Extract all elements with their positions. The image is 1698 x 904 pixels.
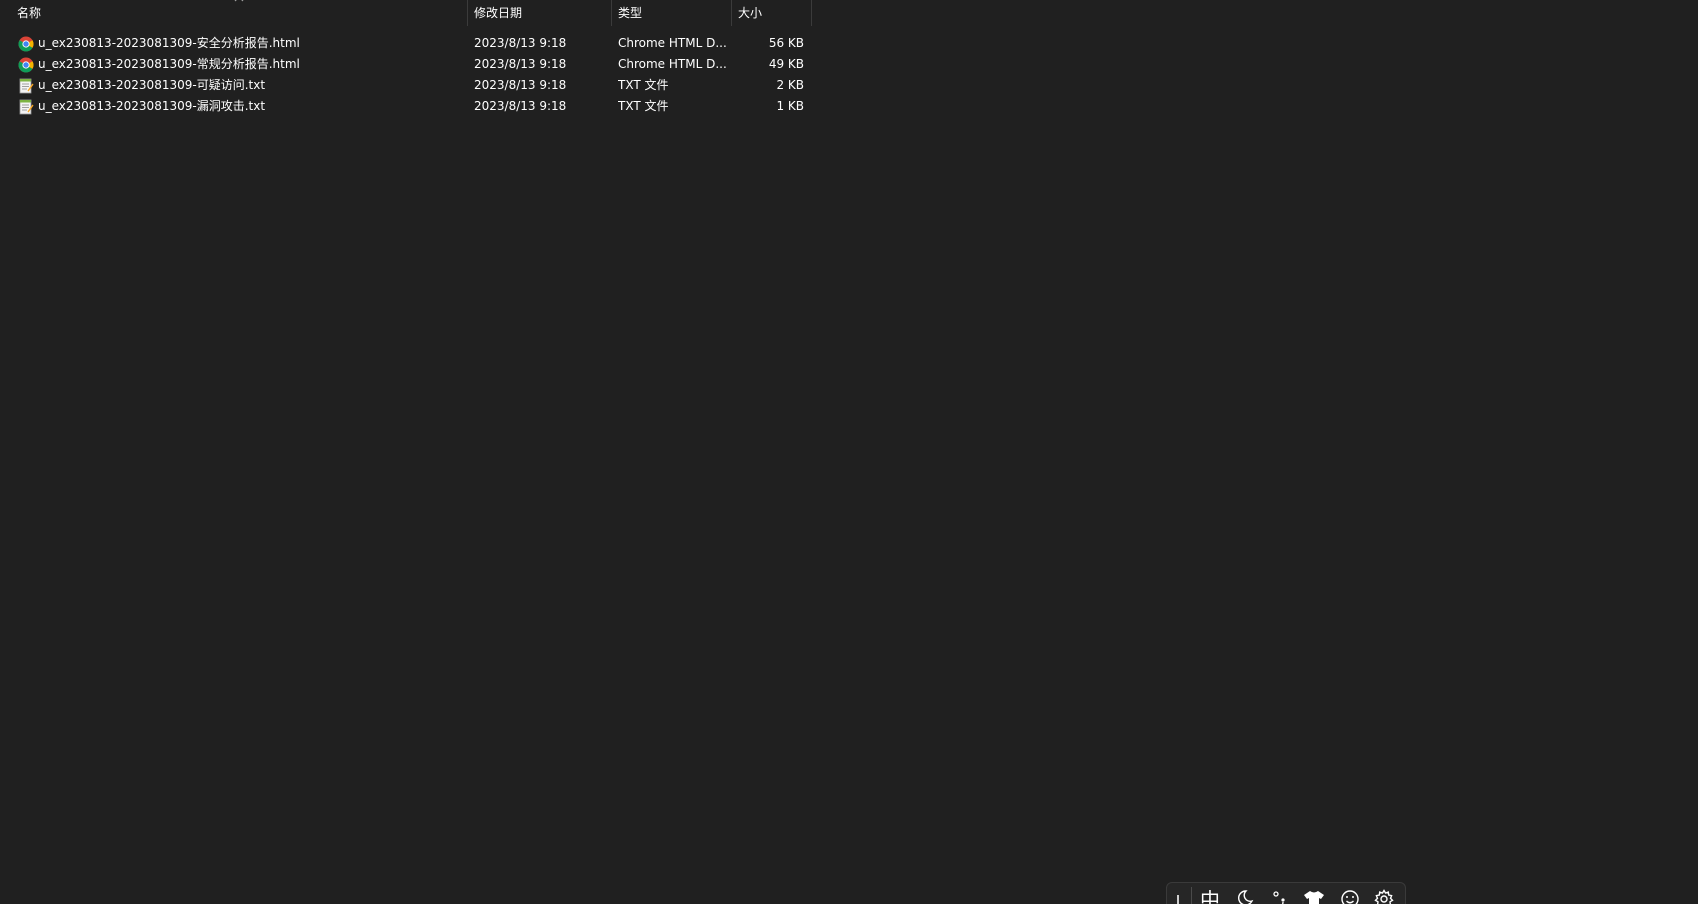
column-header-name[interactable]: 名称 [0,0,468,26]
file-list: u_ex230813-2023081309-安全分析报告.html 2023/8… [0,33,812,117]
file-explorer-details-view: 名称 修改日期 类型 大小 u_ex230813-2023081309-安全分析… [0,0,1698,904]
sort-ascending-icon [234,0,244,4]
file-type: TXT 文件 [618,78,669,92]
file-date: 2023/8/13 9:18 [474,99,567,113]
file-date: 2023/8/13 9:18 [474,78,567,92]
file-row[interactable]: u_ex230813-2023081309-漏洞攻击.txt 2023/8/13… [0,96,812,117]
column-header: 名称 修改日期 类型 大小 [0,0,812,26]
file-row[interactable]: u_ex230813-2023081309-可疑访问.txt 2023/8/13… [0,75,812,96]
emoji-icon[interactable] [1337,889,1363,904]
moon-icon[interactable] [1233,889,1259,904]
chrome-icon [18,36,34,52]
file-size: 56 KB [768,36,804,50]
punctuation-icon[interactable] [1267,889,1293,904]
file-type: TXT 文件 [618,99,669,113]
file-type: Chrome HTML D... [618,36,727,50]
file-name: u_ex230813-2023081309-可疑访问.txt [38,78,266,92]
file-row[interactable]: u_ex230813-2023081309-常规分析报告.html 2023/8… [0,54,812,75]
file-date: 2023/8/13 9:18 [474,36,567,50]
column-header-type[interactable]: 类型 [612,0,732,26]
file-name: u_ex230813-2023081309-安全分析报告.html [38,36,300,50]
file-row[interactable]: u_ex230813-2023081309-安全分析报告.html 2023/8… [0,33,812,54]
drag-handle[interactable] [1177,895,1179,904]
file-date: 2023/8/13 9:18 [474,57,567,71]
file-size: 2 KB [776,78,804,92]
column-header-size[interactable]: 大小 [732,0,812,26]
input-mode-toggle[interactable]: 中 [1197,889,1223,904]
text-file-icon [18,99,34,115]
toolbar-divider [1191,887,1192,904]
column-header-date-label: 修改日期 [474,6,523,20]
chrome-icon [18,57,34,73]
column-header-size-label: 大小 [738,6,763,20]
file-size: 1 KB [776,99,804,113]
file-name: u_ex230813-2023081309-常规分析报告.html [38,57,300,71]
text-file-icon [18,78,34,94]
column-header-name-label: 名称 [17,6,42,20]
column-header-date[interactable]: 修改日期 [468,0,612,26]
file-name: u_ex230813-2023081309-漏洞攻击.txt [38,99,266,113]
skin-icon[interactable] [1301,889,1327,904]
gear-icon[interactable] [1371,889,1397,904]
column-header-type-label: 类型 [618,6,643,20]
file-type: Chrome HTML D... [618,57,727,71]
file-size: 49 KB [768,57,804,71]
ime-toolbar[interactable]: 中 [1166,882,1406,904]
